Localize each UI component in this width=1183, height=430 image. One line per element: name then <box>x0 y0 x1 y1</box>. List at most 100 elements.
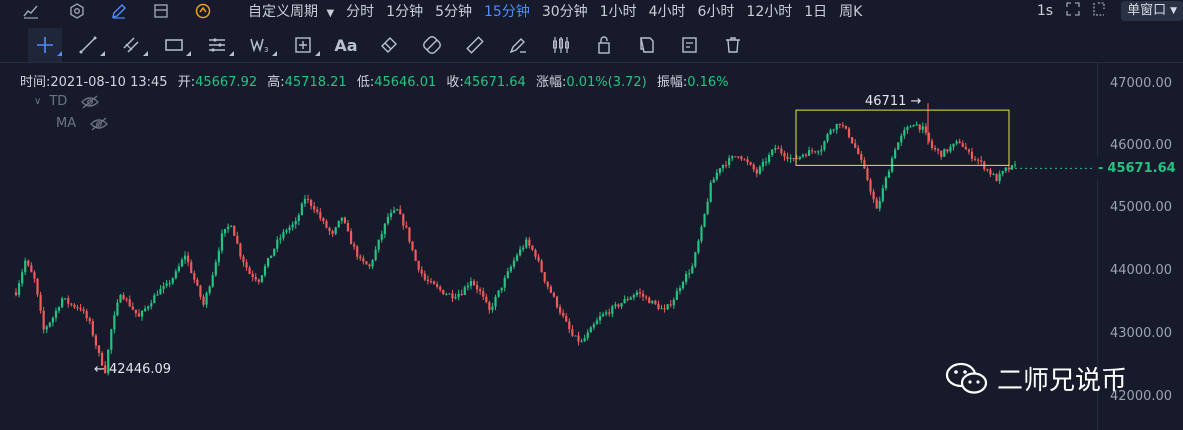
candle-body <box>313 205 316 210</box>
candle-body <box>838 123 841 126</box>
candle-body <box>316 209 319 212</box>
indicator-td[interactable]: ∨ TD <box>34 94 100 109</box>
candle-body <box>691 266 694 274</box>
candle-body <box>829 130 832 135</box>
candle-body <box>817 151 820 153</box>
candle-body <box>534 249 537 257</box>
candle-body <box>515 255 519 261</box>
candle-body <box>21 272 24 284</box>
open-label: 开: <box>177 75 196 90</box>
axis-tick: 43000.00 <box>1110 326 1173 341</box>
candle-body <box>233 225 236 236</box>
candle-body <box>605 312 608 315</box>
candle-body <box>325 221 328 228</box>
candle-body <box>485 296 488 303</box>
candle-body <box>448 293 451 295</box>
candle-body <box>24 260 27 273</box>
candle-body <box>156 294 159 296</box>
candle-body <box>887 171 891 178</box>
candle-body <box>137 313 141 317</box>
candle-body <box>217 250 220 263</box>
candle-body <box>940 150 943 157</box>
candle-body <box>777 148 780 150</box>
candle-body <box>832 129 835 131</box>
candle-body <box>113 315 116 330</box>
eye-hidden-icon[interactable] <box>90 117 109 131</box>
candle-body <box>970 151 974 159</box>
candle-body <box>697 240 700 253</box>
candle-body <box>356 246 359 257</box>
axis-tick: 47000.00 <box>1110 76 1173 91</box>
candle-body <box>64 298 67 300</box>
candle-body <box>721 164 725 169</box>
candle-body <box>61 298 64 308</box>
candle-body <box>134 309 137 314</box>
time-label: 时间: <box>20 75 51 90</box>
candle-body <box>180 259 184 267</box>
candle-body <box>555 296 559 307</box>
candle-body <box>866 168 869 180</box>
candle-body <box>672 299 675 306</box>
candle-body <box>285 230 288 232</box>
candle-body <box>558 306 562 313</box>
candle-body <box>731 156 734 159</box>
candle-body <box>1007 167 1010 170</box>
candle-body <box>153 295 156 304</box>
collapse-chevron-icon[interactable]: ∨ <box>34 96 41 107</box>
candle-body <box>469 281 473 286</box>
candle-body <box>190 262 193 274</box>
candle-body <box>700 226 703 241</box>
candle-body <box>389 212 393 217</box>
candle-body <box>900 135 903 143</box>
candle-body <box>608 312 611 314</box>
candle-body <box>645 296 648 298</box>
window-mode-select[interactable]: 单窗口 ▼ <box>1121 1 1183 21</box>
candle-body <box>648 297 651 304</box>
candle-body <box>147 306 150 309</box>
candle-body <box>199 285 202 297</box>
candle-body <box>519 249 522 256</box>
candle-body <box>930 140 934 148</box>
candle-body <box>709 182 712 202</box>
candle-body <box>183 255 187 260</box>
candle-body <box>479 289 482 292</box>
candle-body <box>675 291 678 300</box>
candle-body <box>349 231 353 245</box>
candle-body <box>651 300 654 304</box>
candle-body <box>85 311 88 319</box>
candle-body <box>798 156 801 160</box>
low-marker-label: ← 42446.09 <box>94 362 172 377</box>
candle-body <box>500 287 503 291</box>
candle-body <box>814 151 817 153</box>
candle-body <box>165 283 168 286</box>
candle-body <box>442 289 445 295</box>
candle-body <box>174 271 177 279</box>
candle-body <box>193 273 196 280</box>
candle-body <box>857 147 860 154</box>
candle-body <box>54 310 58 318</box>
candle-body <box>592 324 595 328</box>
indicator-ma[interactable]: MA <box>56 116 109 131</box>
candle-body <box>97 345 101 353</box>
candle-body <box>211 275 214 287</box>
candle-body <box>405 225 408 228</box>
candle-body <box>660 308 663 310</box>
candle-body <box>872 191 875 200</box>
candle-body <box>45 326 48 330</box>
candle-body <box>328 227 331 232</box>
candle-body <box>780 148 783 154</box>
candle-body <box>279 238 282 240</box>
candle-body <box>915 124 918 126</box>
candle-body <box>67 298 70 304</box>
candle-body <box>273 248 276 256</box>
candle-body <box>774 148 777 150</box>
candle-body <box>807 150 811 156</box>
axis-tick: 44000.00 <box>1110 263 1173 278</box>
candle-body <box>297 215 300 221</box>
change-value: 0.01%(3.72) <box>566 75 647 90</box>
eye-hidden-icon[interactable] <box>81 95 100 109</box>
candle-body <box>937 149 940 151</box>
candle-body <box>841 125 844 127</box>
candle-body <box>33 272 36 279</box>
candle-body <box>334 227 337 234</box>
